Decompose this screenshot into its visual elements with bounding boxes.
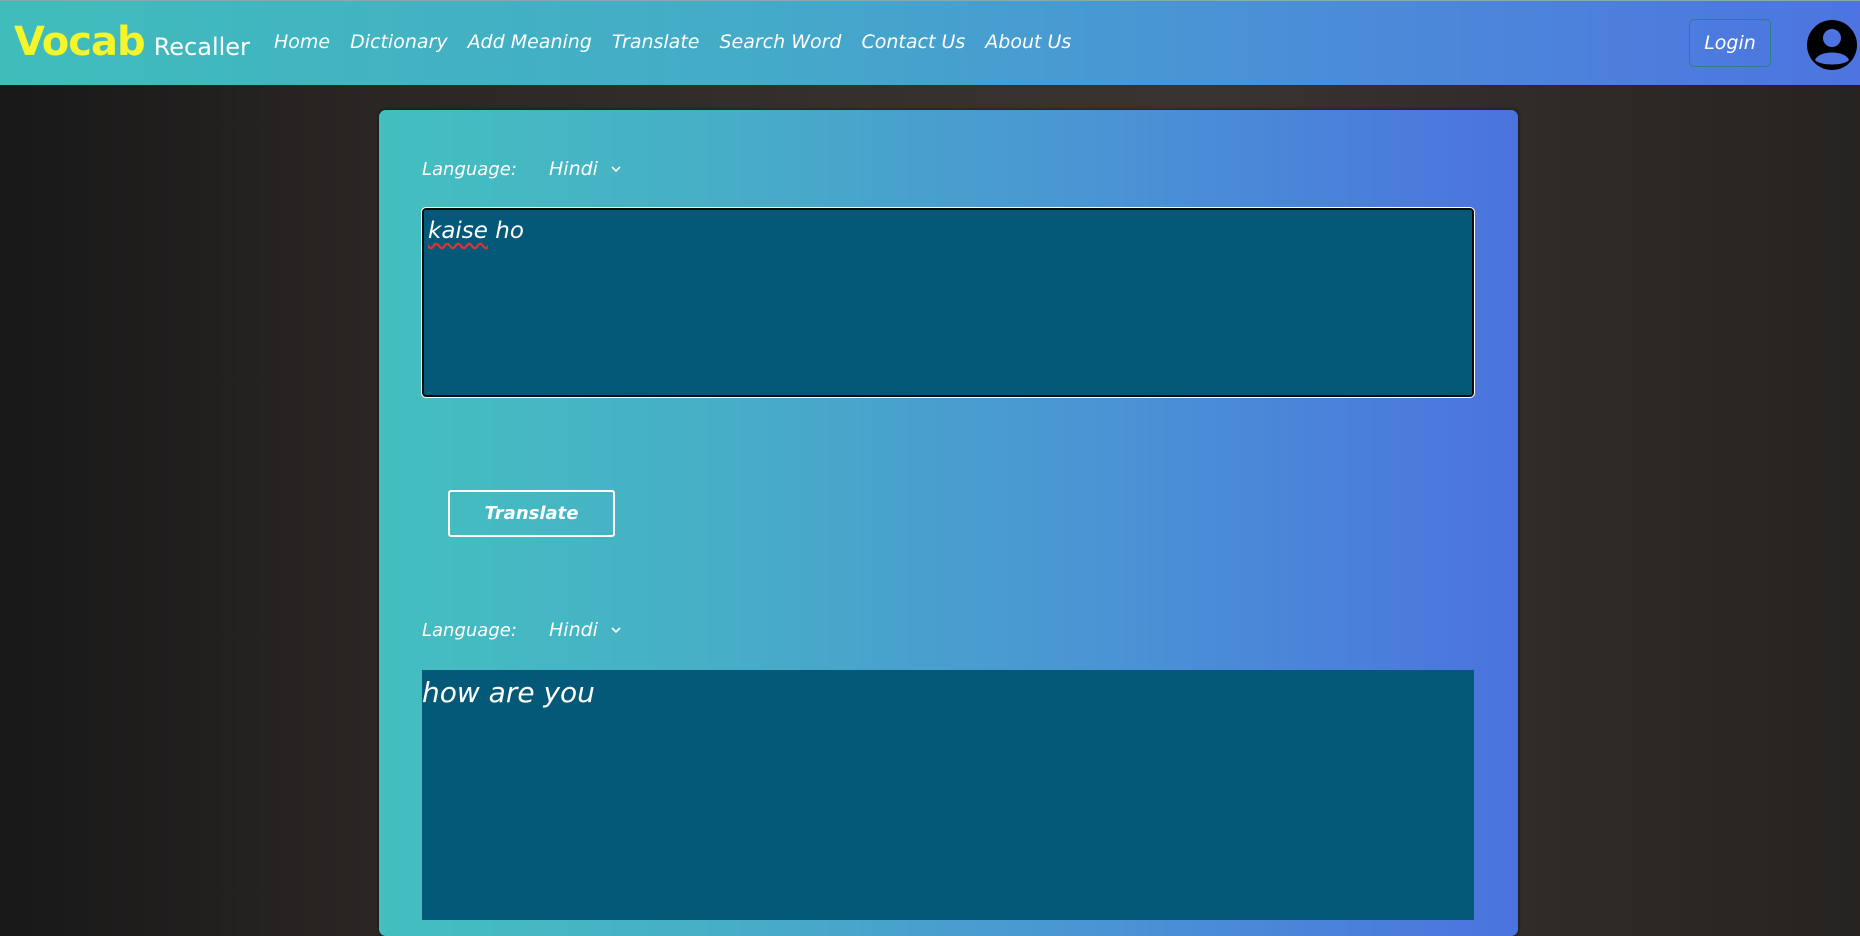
user-circle-icon[interactable] [1806,19,1858,71]
nav-links: Home Dictionary Add Meaning Translate Se… [274,31,1091,53]
source-text: kaise ho [428,218,524,244]
source-language-row: Language: Hindi [422,158,622,180]
translate-card: Language: Hindi kaise ho Translate Langu… [379,110,1518,936]
chevron-down-icon [611,627,621,634]
source-text-input[interactable]: kaise ho [421,207,1475,398]
target-language-value: Hindi [549,619,598,641]
navbar: Vocab Recaller Home Dictionary Add Meani… [0,0,1860,85]
chevron-down-icon [611,166,621,173]
translated-text: how are you [422,676,595,709]
nav-search-word[interactable]: Search Word [719,31,841,53]
nav-home[interactable]: Home [274,31,330,53]
nav-dictionary[interactable]: Dictionary [350,31,447,53]
translated-text-output[interactable]: how are you [422,670,1474,920]
nav-about-us[interactable]: About Us [985,31,1071,53]
source-text-rest: ho [487,218,524,244]
nav-translate[interactable]: Translate [612,31,700,53]
misspelled-word: kaise [428,218,488,244]
target-language-row: Language: Hindi [422,619,622,641]
source-language-value: Hindi [549,158,598,180]
brand-logo[interactable]: Vocab Recaller [14,19,250,65]
target-language-select[interactable]: Hindi [549,619,622,641]
brand-name: Vocab [14,19,146,65]
brand-subtitle: Recaller [153,33,250,61]
nav-contact-us[interactable]: Contact Us [861,31,965,53]
nav-add-meaning[interactable]: Add Meaning [468,31,592,53]
source-language-select[interactable]: Hindi [549,158,622,180]
target-language-label: Language: [422,619,517,641]
source-language-label: Language: [422,158,517,180]
translate-button[interactable]: Translate [448,490,615,537]
login-button[interactable]: Login [1689,19,1771,67]
